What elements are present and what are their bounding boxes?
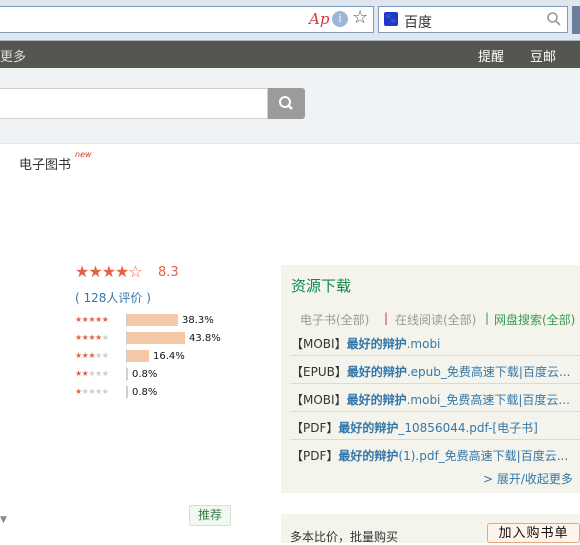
resource-title-link[interactable]: 最好的辩护	[338, 449, 398, 463]
rating-stars: ★★★★☆	[75, 262, 143, 281]
filter-separator: |	[485, 311, 490, 325]
rating-percent-1: 0.8%	[132, 387, 158, 398]
filter-netdisk-link[interactable]: 网盘搜索(全部)	[494, 311, 575, 328]
filter-ebook-link[interactable]: 电子书(全部)	[300, 311, 369, 328]
nav-mail-link[interactable]: 豆邮	[530, 46, 556, 65]
resource-item[interactable]: 【MOBI】最好的辩护.mobi_免费高速下载|百度云...	[291, 391, 570, 408]
resource-desc[interactable]: .mobi_免费高速下载|百度云...	[407, 393, 570, 407]
resource-format: 【EPUB】	[291, 365, 347, 379]
rating-percent-5: 38.3%	[182, 315, 214, 326]
resource-divider	[291, 411, 580, 412]
resource-format: 【PDF】	[291, 449, 339, 463]
nav-more-link[interactable]: 更多	[0, 46, 26, 65]
resource-item[interactable]: 【MOBI】最好的辩护.mobi	[291, 335, 440, 352]
reader-icon[interactable]: Ap	[309, 10, 329, 28]
resource-title-link[interactable]: 最好的辩护	[347, 393, 407, 407]
bookmark-star-icon[interactable]: ☆	[352, 7, 368, 28]
resource-item[interactable]: 【EPUB】最好的辩护.epub_免费高速下载|百度云...	[291, 363, 570, 380]
row-stars-3: ★★★★★	[75, 351, 109, 360]
search-icon[interactable]	[546, 11, 562, 27]
resource-title: 资源下载	[291, 277, 352, 295]
rating-bar-2	[127, 368, 128, 380]
row-stars-4: ★★★★★	[75, 333, 109, 342]
resource-title-link[interactable]: 最好的辩护	[338, 421, 398, 435]
rating-percent-4: 43.8%	[189, 333, 221, 344]
resource-divider	[291, 383, 580, 384]
site-search-button[interactable]	[268, 88, 305, 119]
baidu-paw-icon[interactable]: 🐾	[384, 12, 398, 26]
resource-desc[interactable]: (1).pdf_免费高速下载|百度云...	[398, 449, 568, 463]
row-stars-5: ★★★★★	[75, 315, 109, 324]
search-icon	[279, 96, 293, 110]
resource-desc[interactable]: .epub_免费高速下载|百度云...	[407, 365, 571, 379]
resource-divider	[291, 439, 580, 440]
collapse-arrow-icon: ▼	[0, 515, 7, 525]
resource-desc[interactable]: _10856044.pdf-[电子书]	[398, 421, 537, 435]
rating-bar-1	[127, 386, 128, 398]
row-stars-1: ★★★★★	[75, 387, 109, 396]
filter-online-link[interactable]: 在线阅读(全部)	[395, 311, 476, 328]
recommend-button[interactable]: 推荐	[189, 505, 231, 526]
expand-more-link[interactable]: > 展开/收起更多	[483, 470, 573, 487]
resource-item[interactable]: 【PDF】最好的辩护(1).pdf_免费高速下载|百度云...	[291, 447, 568, 464]
resource-desc[interactable]: .mobi	[407, 337, 441, 351]
header-divider	[0, 143, 580, 144]
nav-remind-link[interactable]: 提醒	[478, 46, 504, 65]
rating-bar-5	[127, 314, 178, 326]
rating-bar-4	[127, 332, 185, 344]
search-engine-label: 百度	[404, 15, 432, 31]
resource-format: 【PDF】	[291, 421, 339, 435]
new-badge: new	[75, 150, 92, 159]
add-to-booklist-button[interactable]: 加入购书单	[487, 523, 580, 543]
resource-title-link[interactable]: 最好的辩护	[347, 337, 407, 351]
rating-score: 8.3	[158, 265, 179, 280]
browser-frame-edge	[572, 6, 580, 34]
site-search-input[interactable]	[0, 88, 268, 119]
info-icon[interactable]: i	[332, 11, 348, 27]
resource-title-link[interactable]: 最好的辩护	[347, 365, 407, 379]
resource-format: 【MOBI】	[291, 393, 347, 407]
rating-percent-2: 0.8%	[132, 369, 158, 380]
compare-label: 多本比价，批量购买	[290, 530, 399, 544]
tab-ebook[interactable]: 电子图书	[19, 154, 71, 173]
resource-item[interactable]: 【PDF】最好的辩护_10856044.pdf-[电子书]	[291, 419, 538, 436]
rating-count-link[interactable]: ( 128人评价 )	[75, 289, 151, 306]
resource-format: 【MOBI】	[291, 337, 347, 351]
rating-bar-3	[127, 350, 149, 362]
resource-divider	[291, 355, 580, 356]
rating-percent-3: 16.4%	[153, 351, 185, 362]
filter-separator: |	[384, 311, 389, 325]
row-stars-2: ★★★★★	[75, 369, 109, 378]
